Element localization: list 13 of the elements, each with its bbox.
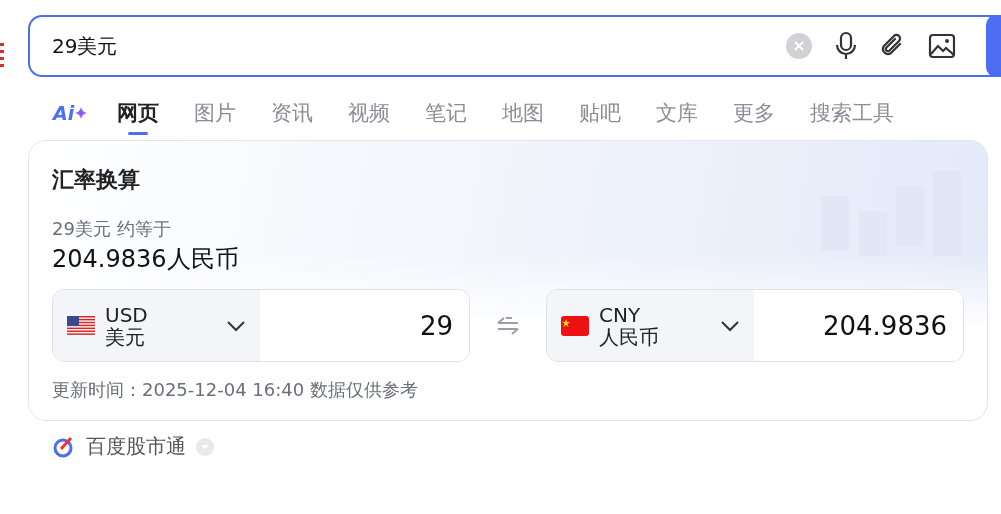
ai-label[interactable]: Ai bbox=[53, 102, 75, 124]
currency-select[interactable]: CNY 人民币 bbox=[546, 290, 754, 361]
update-time: 更新时间：2025-12-04 16:40 数据仅供参考 bbox=[52, 378, 419, 402]
conversion-summary: 29美元 约等于 bbox=[52, 217, 172, 241]
search-field[interactable]: 29美元 bbox=[28, 15, 1001, 77]
tab[interactable]: 网页 bbox=[117, 91, 160, 135]
card-title: 汇率换算 bbox=[52, 166, 141, 194]
currency-select[interactable]: USD 美元 bbox=[53, 290, 260, 361]
currency-field[interactable]: USD 美元 29 bbox=[52, 289, 471, 362]
search-input[interactable]: 29美元 bbox=[52, 34, 764, 58]
source-link[interactable]: 百度股市通 bbox=[86, 433, 186, 460]
currency-field[interactable]: CNY 人民币 204.9836 bbox=[545, 289, 964, 362]
conversion-result: 204.9836人民币 bbox=[52, 244, 240, 275]
